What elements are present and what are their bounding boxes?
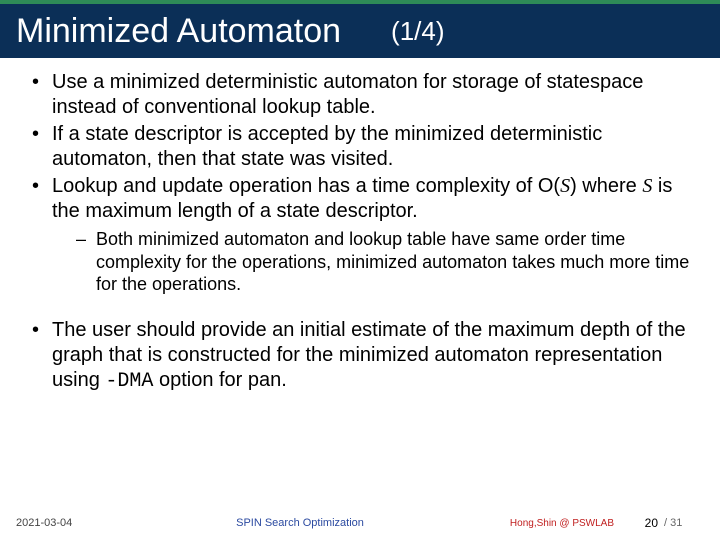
bullet-list: Use a minimized deterministic automaton … — [30, 70, 690, 296]
bullet-item: The user should provide an initial estim… — [30, 318, 690, 394]
slide-body: Use a minimized deterministic automaton … — [0, 58, 720, 540]
footer-author: Hong,Shin @ PSWLAB — [464, 518, 624, 529]
text-run: Lookup and update operation has a time c… — [52, 175, 560, 197]
variable-s: S — [560, 175, 570, 197]
sub-bullet-item: Both minimized automaton and lookup tabl… — [52, 228, 690, 296]
footer-page-number: 20 — [624, 516, 664, 530]
code-option: -DMA — [105, 370, 153, 393]
slide-title-page-indicator: (1/4) — [391, 16, 444, 47]
bullet-text: Lookup and update operation has a time c… — [52, 175, 672, 222]
bullet-item: Use a minimized deterministic automaton … — [30, 70, 690, 120]
variable-s: S — [642, 175, 652, 197]
footer-title: SPIN Search Optimization — [136, 517, 464, 529]
footer-page-total: / 31 — [664, 517, 704, 529]
footer-date: 2021-03-04 — [16, 517, 136, 529]
footer: 2021-03-04 SPIN Search Optimization Hong… — [0, 514, 720, 532]
bullet-item: If a state descriptor is accepted by the… — [30, 122, 690, 172]
bullet-text: If a state descriptor is accepted by the… — [52, 123, 602, 170]
bullet-text: Use a minimized deterministic automaton … — [52, 71, 643, 118]
text-run: ) where — [570, 175, 642, 197]
sub-bullet-text: Both minimized automaton and lookup tabl… — [96, 229, 689, 294]
title-bar: Minimized Automaton (1/4) — [0, 0, 720, 58]
bullet-item: Lookup and update operation has a time c… — [30, 174, 690, 296]
bullet-list: The user should provide an initial estim… — [30, 318, 690, 394]
slide: Minimized Automaton (1/4) Use a minimize… — [0, 0, 720, 540]
bullet-text: The user should provide an initial estim… — [52, 319, 686, 391]
text-run: option for pan. — [153, 369, 286, 391]
slide-title: Minimized Automaton — [16, 12, 341, 51]
sub-bullet-list: Both minimized automaton and lookup tabl… — [52, 228, 690, 296]
spacer — [30, 298, 690, 318]
